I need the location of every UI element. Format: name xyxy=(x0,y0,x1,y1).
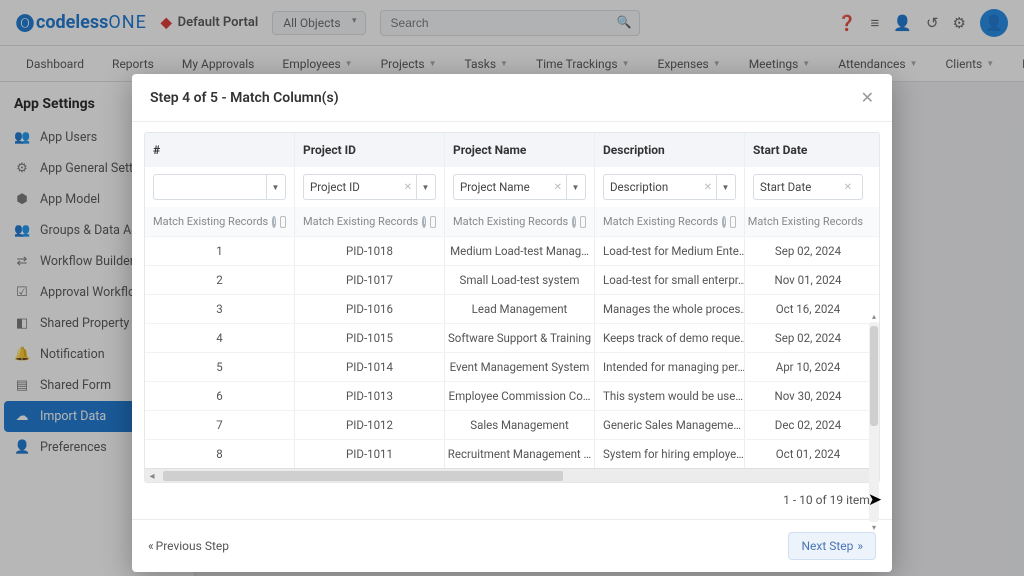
modal-footer: «Previous Step Next Step» xyxy=(132,519,892,572)
chevron-right-icon: » xyxy=(857,539,863,553)
vscroll-thumb[interactable] xyxy=(870,326,878,426)
cell-description: Manages the whole proces… xyxy=(595,295,745,323)
chevron-down-icon: ▼ xyxy=(416,175,434,199)
header-project-id: Project ID xyxy=(295,133,445,167)
info-icon[interactable]: i xyxy=(722,216,726,228)
table-rows: 1PID-1018Medium Load-test Manag…Load-tes… xyxy=(145,236,879,468)
cell-project-id: PID-1018 xyxy=(295,237,445,265)
header-description: Description xyxy=(595,133,745,167)
columns-table: # Project ID Project Name Description St… xyxy=(144,132,880,483)
table-row[interactable]: 4PID-1015Software Support & TrainingKeep… xyxy=(145,323,879,352)
table-match-row: Match Existing Recordsi Match Existing R… xyxy=(145,207,879,236)
header-start-date: Start Date xyxy=(745,133,871,167)
match-checkbox[interactable] xyxy=(730,216,736,228)
table-row[interactable]: 5PID-1014Event Management SystemIntended… xyxy=(145,352,879,381)
cell-start-date: Apr 10, 2024 xyxy=(745,353,871,381)
cell-description: System for hiring employe… xyxy=(595,440,745,468)
chevron-down-icon: ▼ xyxy=(716,175,734,199)
cell-project-name: Employee Commission Co… xyxy=(445,382,595,410)
cell-start-date: Sep 02, 2024 xyxy=(745,324,871,352)
cell-project-name: Medium Load-test Manag… xyxy=(445,237,595,265)
cell-index: 3 xyxy=(145,295,295,323)
cell-project-name: Lead Management xyxy=(445,295,595,323)
match-checkbox[interactable] xyxy=(580,216,586,228)
cell-start-date: Oct 01, 2024 xyxy=(745,440,871,468)
cell-project-id: PID-1016 xyxy=(295,295,445,323)
cell-index: 2 xyxy=(145,266,295,294)
next-step-button[interactable]: Next Step» xyxy=(788,532,876,560)
cell-index: 7 xyxy=(145,411,295,439)
chevron-down-icon: ▼ xyxy=(266,175,284,199)
scroll-thumb[interactable] xyxy=(163,471,563,481)
table-select-row: ▼ Project ID✕▼ Project Name✕▼ Descriptio… xyxy=(145,167,879,207)
header-project-name: Project Name xyxy=(445,133,595,167)
column-select-project-id[interactable]: Project ID✕▼ xyxy=(303,174,436,200)
paging-text: 1 - 10 of 19 items xyxy=(144,483,880,511)
cell-start-date: Oct 16, 2024 xyxy=(745,295,871,323)
cell-index: 6 xyxy=(145,382,295,410)
chevron-down-icon: ▼ xyxy=(566,175,584,199)
cell-project-id: PID-1011 xyxy=(295,440,445,468)
scroll-left-icon[interactable]: ◂ xyxy=(145,469,159,483)
chevron-left-icon: « xyxy=(148,539,154,553)
cell-description: This system would be use… xyxy=(595,382,745,410)
table-row[interactable]: 8PID-1011Recruitment Management …System … xyxy=(145,439,879,468)
cell-start-date: Nov 01, 2024 xyxy=(745,266,871,294)
clear-icon[interactable]: ✕ xyxy=(554,182,562,193)
match-checkbox[interactable] xyxy=(280,216,286,228)
scroll-down-icon[interactable]: ▾ xyxy=(869,523,879,532)
column-select-project-name[interactable]: Project Name✕▼ xyxy=(453,174,586,200)
match-columns-modal: Step 4 of 5 - Match Column(s) ✕ # Projec… xyxy=(132,74,892,572)
cell-project-name: Software Support & Training xyxy=(445,324,595,352)
table-row[interactable]: 7PID-1012Sales ManagementGeneric Sales M… xyxy=(145,410,879,439)
table-row[interactable]: 2PID-1017Small Load-test systemLoad-test… xyxy=(145,265,879,294)
cell-description: Intended for managing per… xyxy=(595,353,745,381)
cell-start-date: Nov 30, 2024 xyxy=(745,382,871,410)
cell-start-date: Sep 02, 2024 xyxy=(745,237,871,265)
column-select-index[interactable]: ▼ xyxy=(153,174,286,200)
cell-project-id: PID-1017 xyxy=(295,266,445,294)
cell-project-name: Sales Management xyxy=(445,411,595,439)
cell-project-name: Event Management System xyxy=(445,353,595,381)
cell-index: 1 xyxy=(145,237,295,265)
cell-project-id: PID-1013 xyxy=(295,382,445,410)
table-row[interactable]: 6PID-1013Employee Commission Co…This sys… xyxy=(145,381,879,410)
info-icon[interactable]: i xyxy=(422,216,426,228)
cell-project-id: PID-1015 xyxy=(295,324,445,352)
cell-description: Load-test for small enterpr… xyxy=(595,266,745,294)
previous-step-button[interactable]: «Previous Step xyxy=(148,539,229,553)
cell-project-id: PID-1012 xyxy=(295,411,445,439)
clear-icon[interactable]: ✕ xyxy=(844,182,852,193)
modal-overlay: Step 4 of 5 - Match Column(s) ✕ # Projec… xyxy=(0,0,1024,576)
table-row[interactable]: 3PID-1016Lead ManagementManages the whol… xyxy=(145,294,879,323)
modal-close-icon[interactable]: ✕ xyxy=(861,88,874,107)
info-icon[interactable]: i xyxy=(572,216,576,228)
header-index: # xyxy=(145,133,295,167)
cell-project-id: PID-1014 xyxy=(295,353,445,381)
cell-index: 8 xyxy=(145,440,295,468)
column-select-start-date[interactable]: Start Date✕ xyxy=(753,174,863,200)
table-header-row: # Project ID Project Name Description St… xyxy=(145,133,879,167)
clear-icon[interactable]: ✕ xyxy=(704,182,712,193)
vertical-scrollbar[interactable]: ▴ ▾ xyxy=(869,322,879,522)
cell-project-name: Small Load-test system xyxy=(445,266,595,294)
cell-index: 4 xyxy=(145,324,295,352)
match-checkbox[interactable] xyxy=(430,216,436,228)
cell-index: 5 xyxy=(145,353,295,381)
cell-description: Load-test for Medium Ente… xyxy=(595,237,745,265)
table-row[interactable]: 1PID-1018Medium Load-test Manag…Load-tes… xyxy=(145,236,879,265)
modal-title: Step 4 of 5 - Match Column(s) xyxy=(150,90,339,106)
cell-description: Generic Sales Manageme… xyxy=(595,411,745,439)
modal-header: Step 4 of 5 - Match Column(s) ✕ xyxy=(132,74,892,122)
horizontal-scrollbar[interactable]: ◂ ▸ xyxy=(145,468,879,482)
info-icon[interactable]: i xyxy=(272,216,276,228)
scroll-up-icon[interactable]: ▴ xyxy=(869,312,879,321)
clear-icon[interactable]: ✕ xyxy=(404,182,412,193)
cell-project-name: Recruitment Management … xyxy=(445,440,595,468)
column-select-description[interactable]: Description✕▼ xyxy=(603,174,736,200)
modal-body: # Project ID Project Name Description St… xyxy=(132,122,892,519)
cell-start-date: Dec 02, 2024 xyxy=(745,411,871,439)
cell-description: Keeps track of demo reque… xyxy=(595,324,745,352)
